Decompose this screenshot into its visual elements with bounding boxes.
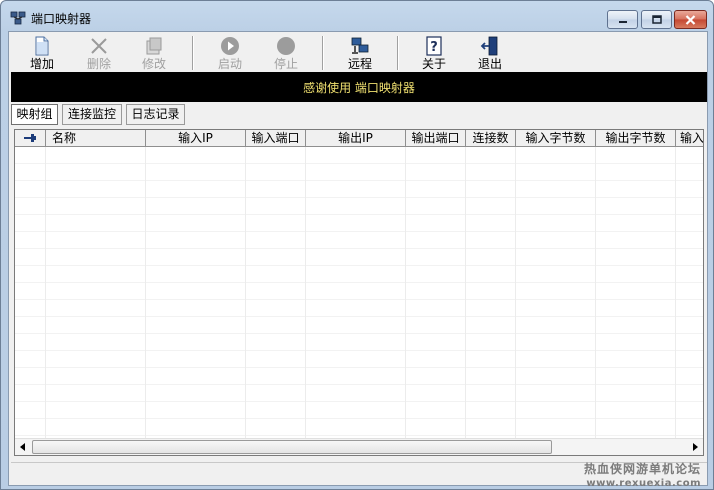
toolbar-separator — [192, 36, 194, 70]
toolbar: 增加 删除 修改 启动 停止 远程 ? 关于 退出 — [11, 34, 706, 72]
watermark-line2: www.rexuexia.com — [586, 478, 701, 489]
maximize-button[interactable] — [641, 10, 672, 29]
column-header-output-ip[interactable]: 输出IP — [306, 130, 406, 147]
grid-line — [245, 147, 246, 438]
grid-line — [145, 147, 146, 438]
app-window: 端口映射器 增加 删除 修改 启动 停止 远程 ? 关于 退出 感谢使用 端口映… — [0, 0, 714, 490]
scroll-right-button[interactable] — [687, 439, 703, 455]
maximize-icon — [651, 15, 662, 24]
close-icon — [685, 14, 696, 25]
column-header-input-port[interactable]: 输入端口 — [246, 130, 306, 147]
tab-connection-monitor[interactable]: 连接监控 — [62, 104, 122, 125]
delete-x-icon — [91, 38, 107, 54]
tab-mapping-groups[interactable]: 映射组 — [11, 104, 58, 125]
minimize-icon — [618, 20, 627, 23]
title-bar[interactable]: 端口映射器 — [1, 1, 713, 31]
svg-text:?: ? — [430, 40, 438, 55]
add-button-label: 增加 — [29, 57, 54, 71]
edit-button-label: 修改 — [141, 57, 166, 71]
status-bar: 热血侠网游单机论坛 www.rexuexia.com — [11, 462, 707, 489]
stop-icon — [277, 37, 295, 55]
window-title: 端口映射器 — [31, 12, 92, 26]
grid-line — [405, 147, 406, 438]
column-header-input-ip[interactable]: 输入IP — [146, 130, 246, 147]
column-header-name[interactable]: 名称 — [46, 130, 146, 147]
edit-button[interactable]: 修改 — [131, 34, 177, 72]
about-button-label: 关于 — [421, 57, 446, 71]
app-network-icon — [10, 11, 26, 25]
column-header-connections[interactable]: 连接数 — [466, 130, 516, 147]
column-header-indicator[interactable] — [15, 130, 46, 147]
arrow-left-icon — [20, 443, 25, 451]
exit-button[interactable]: 退出 — [467, 34, 513, 72]
scroll-left-button[interactable] — [15, 439, 31, 455]
close-button[interactable] — [674, 10, 707, 29]
minimize-button[interactable] — [607, 10, 638, 29]
about-button[interactable]: ? 关于 — [411, 34, 457, 72]
edit-icon — [146, 37, 162, 55]
mapping-table[interactable]: 名称 输入IP 输入端口 输出IP 输出端口 连接数 输入字节数 输出字节数 输… — [14, 129, 704, 456]
stop-button[interactable]: 停止 — [263, 34, 309, 72]
grid-line — [675, 147, 676, 438]
scrollbar-thumb[interactable] — [32, 440, 552, 454]
column-header-bytes-in[interactable]: 输入字节数 — [516, 130, 596, 147]
exit-button-label: 退出 — [477, 57, 502, 71]
column-header-output-port[interactable]: 输出端口 — [406, 130, 466, 147]
add-button[interactable]: 增加 — [19, 34, 65, 72]
welcome-banner: 感谢使用 端口映射器 — [11, 72, 707, 102]
client-area: 增加 删除 修改 启动 停止 远程 ? 关于 退出 感谢使用 端口映射器 映射组… — [8, 31, 708, 489]
start-button[interactable]: 启动 — [207, 34, 253, 72]
grid-line — [515, 147, 516, 438]
start-button-label: 启动 — [217, 57, 242, 71]
help-icon: ? — [426, 36, 442, 56]
table-header: 名称 输入IP 输入端口 输出IP 输出端口 连接数 输入字节数 输出字节数 输… — [15, 130, 703, 147]
watermark-line1: 热血侠网游单机论坛 — [583, 462, 701, 476]
document-add-icon — [35, 36, 49, 56]
column-header-bytes-out[interactable]: 输出字节数 — [596, 130, 676, 147]
remote-button-label: 远程 — [347, 57, 372, 71]
table-body[interactable] — [15, 147, 703, 438]
grid-line — [45, 147, 46, 438]
exit-door-icon — [480, 36, 498, 56]
grid-line — [305, 147, 306, 438]
grid-line — [465, 147, 466, 438]
toolbar-separator — [322, 36, 324, 70]
arrow-right-icon — [693, 443, 698, 451]
grid-line — [595, 147, 596, 438]
pin-icon — [24, 134, 36, 142]
column-header-input-more[interactable]: 输入 — [676, 130, 703, 147]
delete-button[interactable]: 删除 — [76, 34, 122, 72]
watermark: 热血侠网游单机论坛 www.rexuexia.com — [583, 462, 701, 489]
stop-button-label: 停止 — [273, 57, 298, 71]
tab-log[interactable]: 日志记录 — [126, 104, 185, 125]
play-icon — [221, 37, 239, 55]
horizontal-scrollbar[interactable] — [15, 438, 703, 455]
delete-button-label: 删除 — [86, 57, 111, 71]
toolbar-separator — [397, 36, 399, 70]
remote-button[interactable]: 远程 — [337, 34, 383, 72]
remote-computer-icon — [351, 37, 369, 54]
